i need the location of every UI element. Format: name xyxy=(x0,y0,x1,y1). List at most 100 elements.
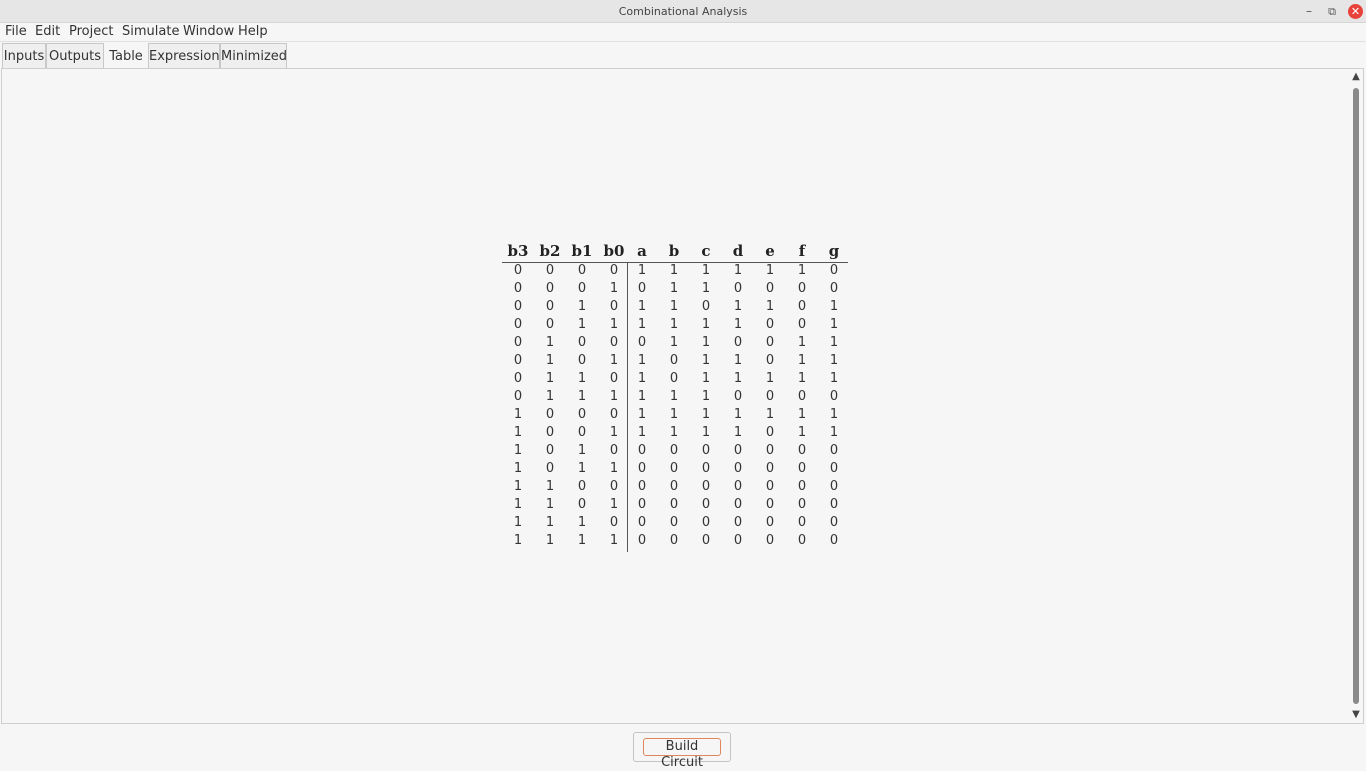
output-cell[interactable]: 0 xyxy=(722,442,754,460)
output-cell[interactable]: 1 xyxy=(818,424,850,442)
output-cell[interactable]: 0 xyxy=(626,532,658,550)
output-cell[interactable]: 0 xyxy=(786,514,818,532)
tab-inputs[interactable]: Inputs xyxy=(2,43,46,68)
menu-window[interactable]: Window xyxy=(183,23,234,41)
output-cell[interactable]: 0 xyxy=(658,460,690,478)
scroll-up-icon[interactable]: ▲ xyxy=(1349,70,1363,84)
output-cell[interactable]: 0 xyxy=(722,514,754,532)
output-cell[interactable]: 0 xyxy=(786,532,818,550)
output-cell[interactable]: 0 xyxy=(754,514,786,532)
output-cell[interactable]: 0 xyxy=(722,280,754,298)
output-cell[interactable]: 1 xyxy=(690,424,722,442)
output-cell[interactable]: 1 xyxy=(690,406,722,424)
output-cell[interactable]: 1 xyxy=(722,298,754,316)
output-cell[interactable]: 0 xyxy=(786,442,818,460)
output-cell[interactable]: 1 xyxy=(786,334,818,352)
output-cell[interactable]: 0 xyxy=(626,280,658,298)
output-cell[interactable]: 1 xyxy=(722,352,754,370)
menu-file[interactable]: File xyxy=(5,23,27,41)
output-cell[interactable]: 0 xyxy=(818,478,850,496)
build-circuit-button[interactable]: Build Circuit xyxy=(633,732,731,770)
output-cell[interactable]: 1 xyxy=(690,262,722,280)
output-cell[interactable]: 0 xyxy=(818,496,850,514)
output-cell[interactable]: 0 xyxy=(786,460,818,478)
output-cell[interactable]: 0 xyxy=(690,496,722,514)
output-cell[interactable]: 0 xyxy=(690,460,722,478)
output-cell[interactable]: 1 xyxy=(658,280,690,298)
output-cell[interactable]: 0 xyxy=(786,316,818,334)
output-cell[interactable]: 0 xyxy=(754,478,786,496)
output-cell[interactable]: 0 xyxy=(786,478,818,496)
output-cell[interactable]: 1 xyxy=(722,406,754,424)
output-cell[interactable]: 0 xyxy=(658,496,690,514)
output-cell[interactable]: 0 xyxy=(658,514,690,532)
output-cell[interactable]: 0 xyxy=(818,514,850,532)
output-cell[interactable]: 0 xyxy=(818,532,850,550)
output-cell[interactable]: 0 xyxy=(626,496,658,514)
output-cell[interactable]: 1 xyxy=(786,370,818,388)
output-cell[interactable]: 1 xyxy=(626,370,658,388)
output-cell[interactable]: 1 xyxy=(626,406,658,424)
output-cell[interactable]: 1 xyxy=(690,316,722,334)
output-cell[interactable]: 0 xyxy=(818,460,850,478)
output-cell[interactable]: 1 xyxy=(818,352,850,370)
output-cell[interactable]: 1 xyxy=(722,316,754,334)
output-cell[interactable]: 1 xyxy=(658,262,690,280)
output-cell[interactable]: 1 xyxy=(690,334,722,352)
output-cell[interactable]: 0 xyxy=(786,298,818,316)
output-cell[interactable]: 0 xyxy=(626,442,658,460)
output-cell[interactable]: 1 xyxy=(626,316,658,334)
output-cell[interactable]: 1 xyxy=(754,262,786,280)
output-cell[interactable]: 0 xyxy=(754,496,786,514)
output-cell[interactable]: 0 xyxy=(722,496,754,514)
output-cell[interactable]: 0 xyxy=(690,298,722,316)
output-cell[interactable]: 1 xyxy=(690,280,722,298)
tab-expression[interactable]: Expression xyxy=(148,43,220,68)
output-cell[interactable]: 0 xyxy=(658,532,690,550)
menu-edit[interactable]: Edit xyxy=(35,23,60,41)
menu-simulate[interactable]: Simulate xyxy=(122,23,179,41)
output-cell[interactable]: 0 xyxy=(626,460,658,478)
output-cell[interactable]: 0 xyxy=(690,532,722,550)
output-cell[interactable]: 0 xyxy=(722,478,754,496)
output-cell[interactable]: 0 xyxy=(754,334,786,352)
output-cell[interactable]: 0 xyxy=(690,442,722,460)
menu-project[interactable]: Project xyxy=(69,23,113,41)
output-cell[interactable]: 0 xyxy=(658,478,690,496)
output-cell[interactable]: 0 xyxy=(754,352,786,370)
output-cell[interactable]: 1 xyxy=(818,316,850,334)
output-cell[interactable]: 0 xyxy=(754,280,786,298)
output-cell[interactable]: 1 xyxy=(754,406,786,424)
output-cell[interactable]: 1 xyxy=(658,406,690,424)
output-cell[interactable]: 1 xyxy=(626,388,658,406)
output-cell[interactable]: 0 xyxy=(626,334,658,352)
minimize-icon[interactable]: – xyxy=(1298,0,1320,23)
output-cell[interactable]: 0 xyxy=(754,532,786,550)
output-cell[interactable]: 0 xyxy=(754,460,786,478)
output-cell[interactable]: 0 xyxy=(626,514,658,532)
output-cell[interactable]: 1 xyxy=(754,298,786,316)
output-cell[interactable]: 1 xyxy=(818,334,850,352)
output-cell[interactable]: 1 xyxy=(722,370,754,388)
output-cell[interactable]: 1 xyxy=(722,262,754,280)
output-cell[interactable]: 0 xyxy=(690,478,722,496)
output-cell[interactable]: 1 xyxy=(626,352,658,370)
tab-table[interactable]: Table xyxy=(104,43,148,68)
output-cell[interactable]: 1 xyxy=(626,298,658,316)
output-cell[interactable]: 0 xyxy=(818,280,850,298)
output-cell[interactable]: 1 xyxy=(786,424,818,442)
output-cell[interactable]: 0 xyxy=(722,388,754,406)
output-cell[interactable]: 0 xyxy=(754,424,786,442)
output-cell[interactable]: 0 xyxy=(658,442,690,460)
output-cell[interactable]: 1 xyxy=(786,352,818,370)
output-cell[interactable]: 1 xyxy=(626,262,658,280)
output-cell[interactable]: 0 xyxy=(818,262,850,280)
output-cell[interactable]: 1 xyxy=(626,424,658,442)
scroll-thumb[interactable] xyxy=(1353,88,1359,704)
output-cell[interactable]: 1 xyxy=(818,406,850,424)
output-cell[interactable]: 0 xyxy=(658,352,690,370)
output-cell[interactable]: 0 xyxy=(658,370,690,388)
output-cell[interactable]: 0 xyxy=(722,334,754,352)
close-icon[interactable]: ✕ xyxy=(1348,4,1363,19)
output-cell[interactable]: 0 xyxy=(786,388,818,406)
